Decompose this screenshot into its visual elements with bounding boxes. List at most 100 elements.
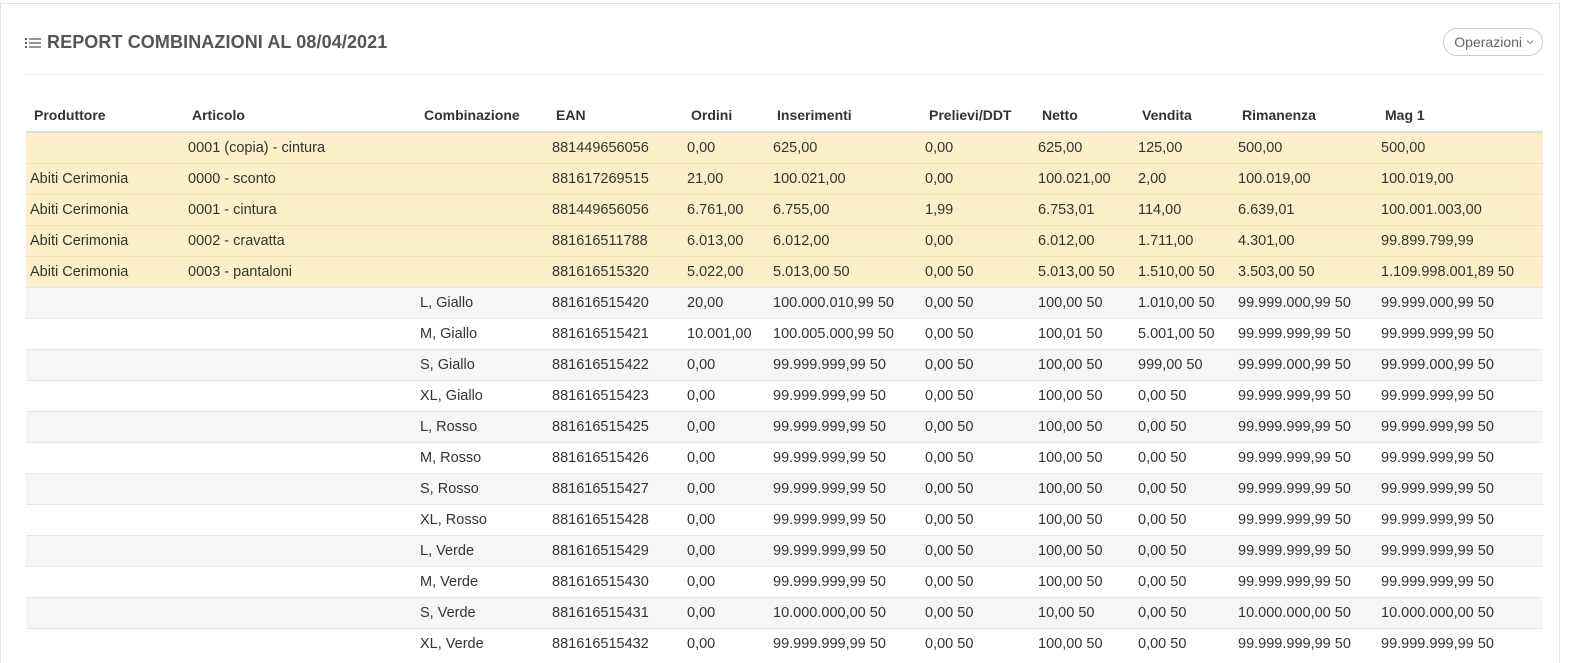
table-cell: 0000 - sconto [184, 163, 416, 195]
table-cell: 0,00 [683, 628, 769, 659]
table-cell [26, 473, 184, 505]
table-cell: 0,00 50 [1134, 380, 1234, 412]
table-cell: 100.019,00 [1234, 163, 1377, 195]
column-header[interactable]: Netto [1034, 99, 1134, 133]
table-cell [184, 473, 416, 505]
column-header[interactable]: Prelievi/DDT [921, 99, 1034, 133]
column-header[interactable]: Articolo [184, 99, 416, 133]
table-cell: 100.021,00 [1034, 163, 1134, 195]
table-cell: 881616515430 [548, 566, 683, 598]
table-cell: XL, Verde [416, 628, 548, 659]
combination-row: S, Rosso 881616515427 0,00 99.999.999,99 50… [26, 473, 1543, 505]
combination-row: L, Rosso 881616515425 0,00 99.999.999,99 50… [26, 411, 1543, 443]
table-body: 0001 (copia) - cintura 881449656056 0,00 62… [26, 131, 1543, 659]
table-cell: 0,00 [921, 131, 1034, 164]
table-cell: 99.999.999,99 50 [1377, 411, 1543, 443]
table-cell: 100.000.010,99 50 [769, 287, 921, 319]
table-cell: 1.510,00 50 [1134, 256, 1234, 288]
table-cell: 100,00 50 [1034, 504, 1134, 536]
table-cell: M, Rosso [416, 442, 548, 474]
column-header[interactable]: Vendita [1134, 99, 1234, 133]
table-cell: 0,00 [683, 411, 769, 443]
table-cell: 99.999.000,99 50 [1377, 349, 1543, 381]
table-cell [184, 597, 416, 629]
product-row: 0001 (copia) - cintura 881449656056 0,00 62… [26, 131, 1543, 164]
table-cell: S, Rosso [416, 473, 548, 505]
table-cell: 881616515320 [548, 256, 683, 288]
column-header[interactable]: Mag 1 [1377, 99, 1543, 133]
table-cell: 0,00 50 [921, 628, 1034, 659]
table-cell [184, 411, 416, 443]
table-cell: 99.999.999,99 50 [1234, 380, 1377, 412]
column-header[interactable]: EAN [548, 99, 683, 133]
table-cell: Abiti Cerimonia [26, 256, 184, 288]
column-header[interactable]: Ordini [683, 99, 769, 133]
table-cell: 99.999.999,99 50 [1234, 318, 1377, 350]
table-cell: 0,00 [683, 473, 769, 505]
table-cell: 21,00 [683, 163, 769, 195]
table-cell: 99.999.999,99 50 [769, 411, 921, 443]
table-cell [184, 380, 416, 412]
combination-row: M, Giallo 881616515421 10.001,00 100.005.00… [26, 318, 1543, 350]
table-cell: 0001 (copia) - cintura [184, 131, 416, 164]
chevron-down-icon [1526, 40, 1534, 45]
column-header[interactable]: Produttore [26, 99, 184, 133]
table-cell [184, 349, 416, 381]
table-cell [26, 318, 184, 350]
column-header[interactable]: Inserimenti [769, 99, 921, 133]
table-cell [184, 318, 416, 350]
table-cell: 99.999.999,99 50 [1377, 566, 1543, 598]
column-header[interactable]: Combinazione [416, 99, 548, 133]
table-cell: 99.999.999,99 50 [1234, 442, 1377, 474]
table-cell: XL, Giallo [416, 380, 548, 412]
table-cell: 99.999.999,99 50 [1377, 535, 1543, 567]
table-cell: 0,00 50 [921, 566, 1034, 598]
table-cell: XL, Rosso [416, 504, 548, 536]
table-cell: 881616515426 [548, 442, 683, 474]
column-header[interactable]: Rimanenza [1234, 99, 1377, 133]
combination-row: M, Rosso 881616515426 0,00 99.999.999,99 50… [26, 442, 1543, 474]
table-cell: 99.999.999,99 50 [769, 442, 921, 474]
table-cell: 0,00 [683, 535, 769, 567]
combination-row: L, Giallo 881616515420 20,00 100.000.010,99… [26, 287, 1543, 319]
table-cell: 99.999.999,99 50 [1234, 566, 1377, 598]
table-cell [184, 504, 416, 536]
table-cell [26, 504, 184, 536]
table-cell: 99.899.799,99 [1377, 225, 1543, 257]
product-row: Abiti Cerimonia 0002 - cravatta 8816165117… [26, 225, 1543, 257]
table-cell [416, 163, 548, 195]
table-cell: 20,00 [683, 287, 769, 319]
table-cell: 0,00 50 [1134, 504, 1234, 536]
table-cell: 1.109.998.001,89 50 [1377, 256, 1543, 288]
table-cell [184, 287, 416, 319]
table-cell: 0,00 [683, 380, 769, 412]
table-cell: 6.013,00 [683, 225, 769, 257]
table-cell: 5.022,00 [683, 256, 769, 288]
report-table: Produttore Articolo Combinazione EAN Ordini I… [26, 99, 1543, 659]
combination-row: M, Verde 881616515430 0,00 99.999.999,99 50… [26, 566, 1543, 598]
table-cell [26, 535, 184, 567]
table-cell: 1,99 [921, 194, 1034, 226]
table-cell: 881449656056 [548, 194, 683, 226]
product-row: Abiti Cerimonia 0000 - sconto 881617269515… [26, 163, 1543, 195]
product-row: Abiti Cerimonia 0001 - cintura 88144965605… [26, 194, 1543, 226]
table-cell: 0,00 50 [921, 504, 1034, 536]
table-cell: 99.999.999,99 50 [1377, 318, 1543, 350]
table-cell: 0,00 50 [1134, 628, 1234, 659]
combination-row: XL, Giallo 881616515423 0,00 99.999.999,99 … [26, 380, 1543, 412]
report-panel: REPORT COMBINAZIONI AL 08/04/2021 Operaz… [0, 3, 1560, 663]
table-cell: 99.999.999,99 50 [769, 535, 921, 567]
title-group: REPORT COMBINAZIONI AL 08/04/2021 [25, 32, 387, 53]
table-cell: 99.999.000,99 50 [1234, 287, 1377, 319]
table-cell: 0,00 50 [921, 256, 1034, 288]
table-cell: 0,00 50 [1134, 442, 1234, 474]
table-cell: 881616515428 [548, 504, 683, 536]
operations-dropdown-button[interactable]: Operazioni [1443, 28, 1543, 56]
page-title: REPORT COMBINAZIONI AL 08/04/2021 [47, 32, 388, 52]
table-cell: 100,00 50 [1034, 349, 1134, 381]
table-header-row: Produttore Articolo Combinazione EAN Ordini I… [26, 99, 1543, 133]
table-cell: 100,00 50 [1034, 287, 1134, 319]
table-cell: 0,00 50 [921, 442, 1034, 474]
panel-header: REPORT COMBINAZIONI AL 08/04/2021 Operaz… [25, 28, 1543, 75]
table-cell: 99.999.999,99 50 [1234, 628, 1377, 659]
